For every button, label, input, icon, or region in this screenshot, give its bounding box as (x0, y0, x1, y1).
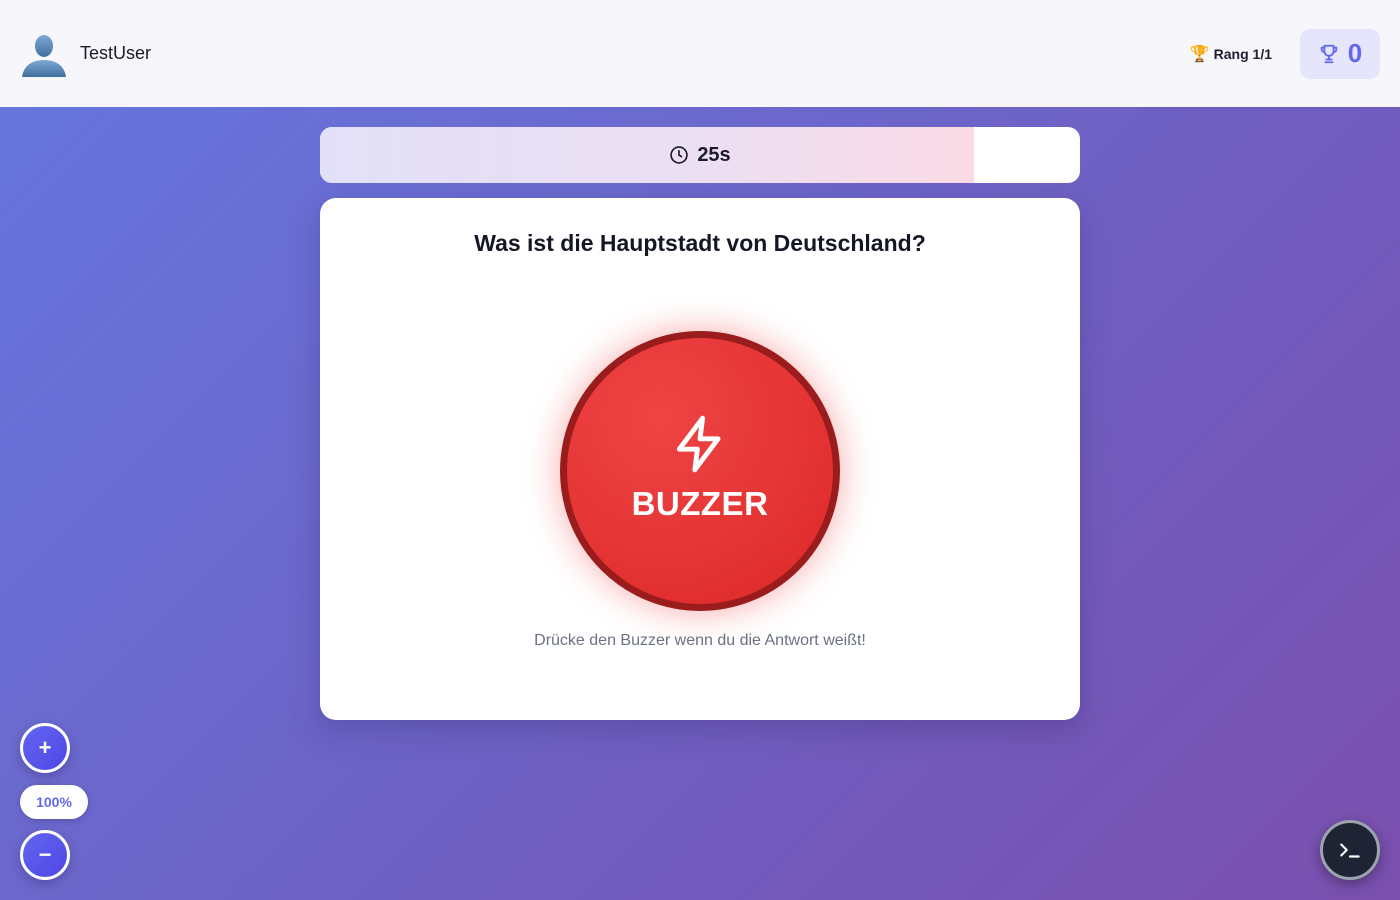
buzzer-label: BUZZER (631, 485, 769, 522)
score-value: 0 (1347, 38, 1363, 68)
buzzer-hint: Drücke den Buzzer wenn du die Antwort we… (534, 632, 866, 649)
terminal-icon (1340, 843, 1360, 858)
score-badge: 0 (1300, 28, 1380, 79)
top-bar: TestUser 🏆 Rang 1/1 0 (0, 0, 1400, 107)
question-text: Was ist die Hauptstadt von Deutschland? (474, 230, 926, 256)
zoom-level: 100% (20, 785, 88, 819)
timer-value: 25s (697, 143, 731, 166)
buzzer-button[interactable]: BUZZER (560, 331, 840, 611)
zoom-in-button[interactable]: + (20, 723, 70, 773)
timer-bar: 25s (320, 127, 1080, 183)
username: TestUser (80, 43, 152, 63)
user-profile: TestUser (20, 30, 151, 78)
user-avatar-icon (22, 34, 66, 77)
rank-indicator: 🏆 Rang 1/1 (1190, 44, 1272, 64)
rank-label: Rang 1/1 (1213, 45, 1272, 62)
timer-label: 25s (320, 127, 1080, 183)
trophy-icon: 🏆 (1189, 45, 1210, 63)
terminal-button[interactable] (1320, 820, 1380, 880)
question-card: Was ist die Hauptstadt von Deutschland? … (320, 198, 1080, 720)
lightning-bolt-icon (676, 415, 721, 473)
zoom-out-button[interactable]: − (20, 830, 70, 880)
header-stats: 🏆 Rang 1/1 0 (1190, 28, 1380, 79)
clock-icon (670, 146, 689, 164)
trophy-outline-icon (1320, 44, 1338, 63)
